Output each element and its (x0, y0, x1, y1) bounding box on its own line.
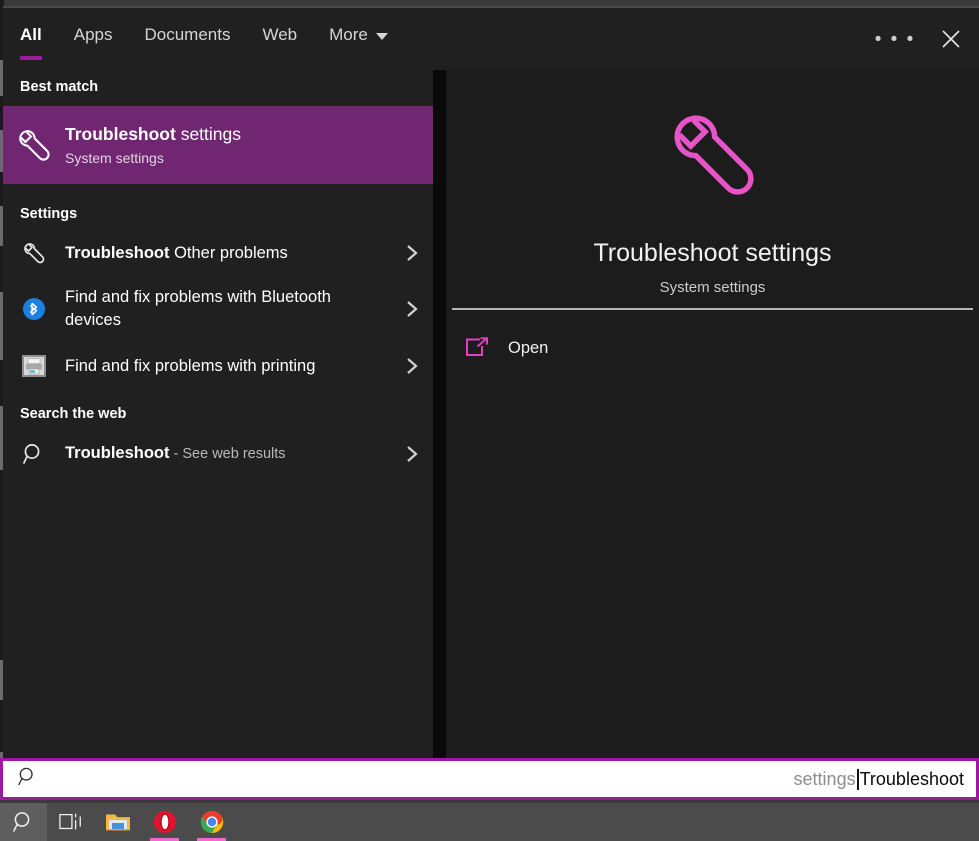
search-icon (12, 812, 29, 832)
tab-documents-label: Documents (144, 25, 231, 44)
best-match-text: Troubleshoot settings System settings (65, 122, 241, 169)
bluetooth-icon (3, 297, 65, 321)
tab-apps[interactable]: Apps (74, 24, 113, 60)
windows-search-flyout: All Apps Documents Web More • • • Best m… (0, 0, 979, 841)
taskbar-opera-button[interactable] (141, 803, 188, 841)
search-panel: All Apps Documents Web More • • • Best m… (3, 6, 979, 758)
best-match-subtitle: System settings (65, 149, 164, 166)
search-suggestion-text: settings (793, 769, 856, 789)
close-button[interactable] (923, 8, 979, 70)
filter-tabs: All Apps Documents Web More (20, 24, 420, 60)
search-header: All Apps Documents Web More • • • (3, 8, 979, 70)
search-input-text: settings Troubleshoot (794, 767, 964, 791)
taskbar-search-button[interactable] (0, 803, 47, 841)
tab-web-label: Web (262, 25, 298, 44)
close-icon (942, 30, 960, 48)
tab-more[interactable]: More (329, 24, 388, 60)
search-body: Best match Troubleshoot settings System … (3, 70, 979, 758)
chevron-right-icon[interactable] (391, 299, 433, 319)
best-match-result-troubleshoot-settings[interactable]: Troubleshoot settings System settings (3, 106, 433, 184)
printer-icon (3, 354, 65, 378)
taskbar-file-explorer-button[interactable] (94, 803, 141, 841)
wrench-icon (3, 125, 65, 165)
result-label-rest: Find and fix problems with printing (65, 356, 316, 375)
search-bar-container: settings Troubleshoot (0, 758, 979, 800)
open-external-icon (446, 337, 508, 359)
search-typed-text: Troubleshoot (859, 769, 964, 789)
result-bluetooth-troubleshooter[interactable]: Find and fix problems with Bluetooth dev… (3, 274, 433, 344)
settings-section-title: Settings (20, 206, 78, 222)
search-input[interactable]: settings Troubleshoot (3, 761, 976, 797)
window-controls: • • • (867, 8, 979, 70)
result-troubleshoot-other-problems[interactable]: Troubleshoot Other problems (3, 232, 433, 274)
search-icon (3, 442, 65, 466)
folder-icon (105, 814, 130, 831)
open-action-button[interactable]: Open (446, 326, 979, 370)
task-view-icon (58, 813, 81, 830)
tab-apps-label: Apps (73, 25, 113, 44)
result-label-bold: Troubleshoot (65, 243, 170, 262)
result-label: Troubleshoot - See web results (65, 442, 391, 466)
result-label-rest: Other problems (169, 243, 288, 262)
more-options-button[interactable]: • • • (867, 8, 923, 70)
result-label-dim: - See web results (169, 446, 286, 462)
chevron-down-icon (375, 32, 388, 40)
tab-web[interactable]: Web (262, 24, 297, 60)
result-label-bold: Troubleshoot (65, 444, 170, 462)
taskbar-task-view-button[interactable] (47, 803, 94, 841)
search-icon (17, 766, 39, 793)
best-match-title: Troubleshoot settings (65, 122, 241, 146)
result-label: Troubleshoot Other problems (65, 242, 391, 265)
preview-title: Troubleshoot settings (593, 239, 832, 267)
open-action-label: Open (508, 338, 549, 357)
chevron-right-icon[interactable] (391, 356, 433, 376)
tab-all-label: All (20, 25, 42, 44)
preview-divider (452, 308, 973, 310)
opera-icon (153, 811, 176, 833)
result-printing-troubleshooter[interactable]: Find and fix problems with printing (3, 344, 433, 388)
chevron-right-icon[interactable] (391, 444, 433, 464)
result-label: Find and fix problems with Bluetooth dev… (65, 286, 391, 332)
web-section-title: Search the web (20, 406, 127, 422)
tab-documents[interactable]: Documents (144, 24, 230, 60)
preview-pane: Troubleshoot settings System settings Op… (446, 70, 979, 758)
text-caret (856, 768, 859, 790)
result-label: Find and fix problems with printing (65, 355, 391, 378)
wrench-icon (3, 240, 65, 266)
chrome-icon (200, 810, 223, 834)
settings-section-header: Settings (3, 196, 433, 232)
web-section-header: Search the web (3, 396, 433, 432)
tab-more-label: More (329, 25, 368, 44)
chevron-right-icon[interactable] (391, 243, 433, 263)
best-match-title-bold: Troubleshoot (65, 123, 176, 144)
best-match-section-header: Best match (3, 70, 433, 104)
taskbar (0, 803, 979, 841)
results-list-pane: Best match Troubleshoot settings System … (3, 70, 433, 758)
result-web-search-troubleshoot[interactable]: Troubleshoot - See web results (3, 432, 433, 476)
preview-subtitle: System settings (659, 279, 766, 296)
pane-divider (433, 70, 446, 758)
tab-all[interactable]: All (20, 24, 42, 60)
best-match-title-rest: settings (175, 123, 242, 144)
best-match-section-title: Best match (20, 79, 99, 95)
wrench-icon (661, 102, 765, 211)
preview-hero: Troubleshoot settings System settings (446, 80, 979, 308)
taskbar-chrome-button[interactable] (188, 803, 235, 841)
ellipsis-icon: • • • (874, 28, 916, 50)
result-label-rest: Find and fix problems with Bluetooth dev… (65, 288, 331, 329)
